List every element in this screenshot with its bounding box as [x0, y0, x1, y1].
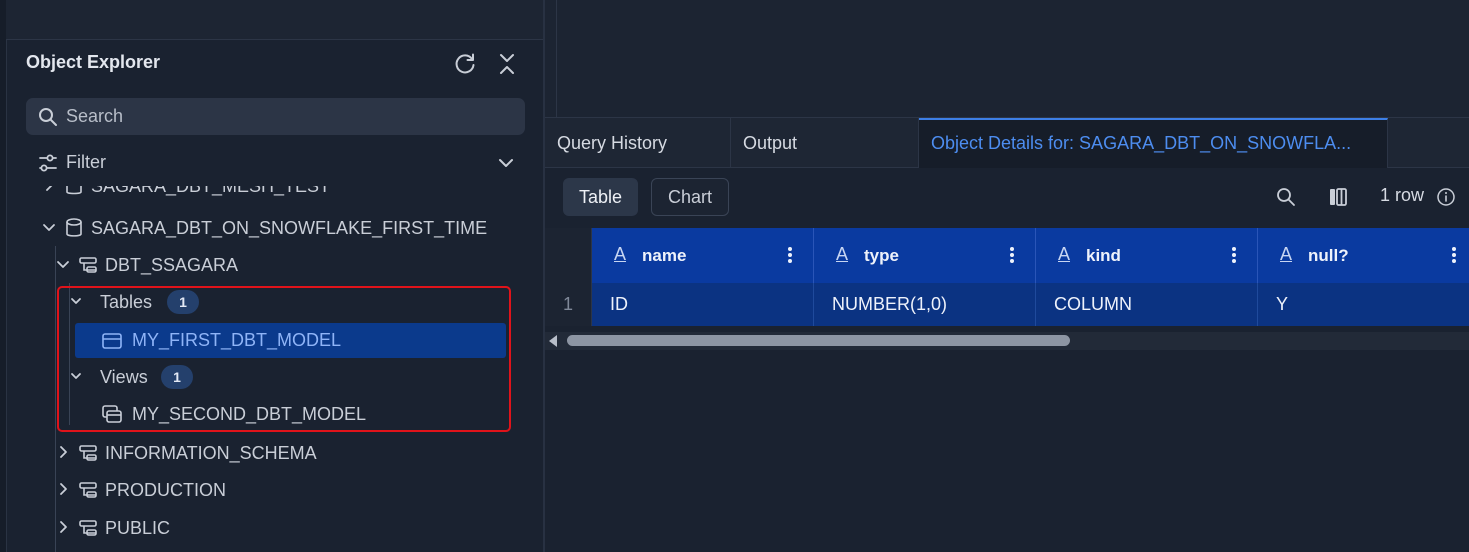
- object-explorer-panel: Object Explorer Filter: [0, 0, 545, 552]
- tree-item-label: MY_SECOND_DBT_MODEL: [132, 404, 367, 424]
- tree-item-schema[interactable]: PUBLIC: [53, 511, 513, 545]
- tree-item-database[interactable]: SAGARA_DBT_ON_SNOWFLAKE_FIRST_TIME: [39, 211, 519, 245]
- tree-item-tables-folder[interactable]: Tables 1: [65, 285, 505, 319]
- tree-item-label: Views: [100, 367, 148, 387]
- column-header-kind[interactable]: A kind: [1036, 228, 1258, 283]
- column-header-label: null?: [1308, 246, 1349, 265]
- tab-object-details[interactable]: Object Details for: SAGARA_DBT_ON_SNOWFL…: [919, 118, 1388, 168]
- row-count: 1 row: [1380, 185, 1425, 205]
- grid-corner: [545, 228, 592, 283]
- filter-label: Filter: [66, 152, 106, 172]
- search-box[interactable]: [26, 98, 525, 135]
- chart-view-button[interactable]: Chart: [651, 178, 729, 216]
- tree-item-label: PRODUCTION: [105, 480, 226, 500]
- tree-item-label: DBT_SSAGARA: [105, 255, 239, 275]
- row-number: 1: [545, 283, 592, 326]
- tree-item-table[interactable]: MY_FIRST_DBT_MODEL: [75, 323, 506, 358]
- kebab-menu-icon[interactable]: [1451, 246, 1457, 264]
- table-cell[interactable]: NUMBER(1,0): [814, 283, 1036, 326]
- refresh-icon: [455, 53, 475, 74]
- filter-icon: [39, 154, 57, 172]
- scrollbar-thumb[interactable]: [567, 335, 1070, 346]
- left-top-bar: [6, 0, 545, 40]
- column-header-type[interactable]: A type: [814, 228, 1036, 283]
- filter-row[interactable]: Filter: [26, 147, 525, 179]
- kebab-menu-icon[interactable]: [787, 246, 793, 264]
- tree-item-label: Tables: [100, 292, 153, 312]
- results-tabbar: Query History Output Object Details for:…: [545, 117, 1469, 168]
- object-explorer-title: Object Explorer: [26, 52, 161, 72]
- tree-item-label: SAGARA_DBT_MESH_TEST: [91, 186, 331, 196]
- left-edge: [0, 0, 7, 552]
- chevron-right-icon: [60, 521, 67, 533]
- tab-query-history[interactable]: Query History: [545, 118, 731, 168]
- tree-item-views-folder[interactable]: Views 1: [65, 360, 505, 394]
- horizontal-scrollbar[interactable]: [545, 332, 1469, 350]
- database-icon: [66, 186, 82, 195]
- schema-icon: [79, 257, 97, 273]
- column-header-null[interactable]: A null?: [1258, 228, 1469, 283]
- columns-icon[interactable]: [1328, 187, 1348, 207]
- results-grid: A name A type A kind A null? 1 ID NUMBER…: [545, 228, 1469, 326]
- table-icon: [102, 333, 122, 349]
- database-icon: [66, 218, 82, 237]
- text-type-icon: A: [836, 244, 849, 264]
- tree-item-schema[interactable]: DBT_SSAGARA: [53, 248, 513, 282]
- object-tree: SAGARA_DBT_MESH_TEST SAGARA_DBT_ON_SNOWF…: [7, 186, 543, 552]
- chevron-right-icon: [60, 483, 67, 495]
- column-header-label: name: [642, 246, 687, 265]
- tree-item-label: SAGARA_DBT_ON_SNOWFLAKE_FIRST_TIME: [91, 218, 488, 238]
- chevron-down-icon[interactable]: [496, 153, 516, 173]
- tree-item-label: MY_FIRST_DBT_MODEL: [132, 330, 342, 350]
- chevron-down-icon: [71, 373, 81, 379]
- count-badge: 1: [161, 365, 193, 389]
- kebab-menu-icon[interactable]: [1009, 246, 1015, 264]
- results-empty-area: [545, 350, 1469, 552]
- tab-output[interactable]: Output: [731, 118, 919, 168]
- info-icon[interactable]: [1436, 187, 1456, 207]
- table-cell[interactable]: Y: [1258, 283, 1469, 326]
- tree-item-schema[interactable]: PRODUCTION: [53, 473, 513, 507]
- search-input[interactable]: [66, 104, 506, 128]
- tree-item-schema[interactable]: INFORMATION_SCHEMA: [53, 436, 513, 470]
- count-badge: 1: [167, 290, 199, 314]
- text-type-icon: A: [1058, 244, 1071, 264]
- schema-icon: [79, 445, 97, 461]
- search-icon[interactable]: [1276, 187, 1296, 207]
- table-cell[interactable]: ID: [592, 283, 814, 326]
- column-header-label: kind: [1086, 246, 1121, 265]
- schema-icon: [79, 520, 97, 536]
- view-icon: [102, 405, 122, 423]
- tree-item-label: INFORMATION_SCHEMA: [105, 443, 317, 463]
- table-cell[interactable]: COLUMN: [1036, 283, 1258, 326]
- collapse-all-button[interactable]: [494, 51, 520, 77]
- kebab-menu-icon[interactable]: [1231, 246, 1237, 264]
- text-type-icon: A: [614, 244, 627, 264]
- chevron-down-icon: [43, 224, 55, 231]
- results-toolbar: Table Chart 1 row: [545, 168, 1469, 228]
- search-icon: [39, 108, 57, 126]
- table-view-button[interactable]: Table: [563, 178, 638, 216]
- tree-item-view[interactable]: MY_SECOND_DBT_MODEL: [75, 397, 505, 431]
- chevron-down-icon: [57, 261, 69, 268]
- text-type-icon: A: [1280, 244, 1293, 264]
- schema-icon: [79, 482, 97, 498]
- tree-item-database[interactable]: SAGARA_DBT_MESH_TEST: [39, 186, 519, 203]
- column-header-label: type: [864, 246, 899, 265]
- editor-gutter-line: [556, 0, 557, 117]
- editor-area: [545, 0, 1469, 117]
- tree-item-label: PUBLIC: [105, 518, 171, 538]
- column-header-name[interactable]: A name: [592, 228, 814, 283]
- chevron-right-icon: [60, 446, 67, 458]
- chevron-down-icon: [71, 298, 81, 304]
- scroll-left-arrow-icon[interactable]: [549, 335, 557, 347]
- collapse-icon: [500, 54, 514, 74]
- chevron-right-icon: [46, 186, 53, 191]
- refresh-button[interactable]: [452, 51, 478, 77]
